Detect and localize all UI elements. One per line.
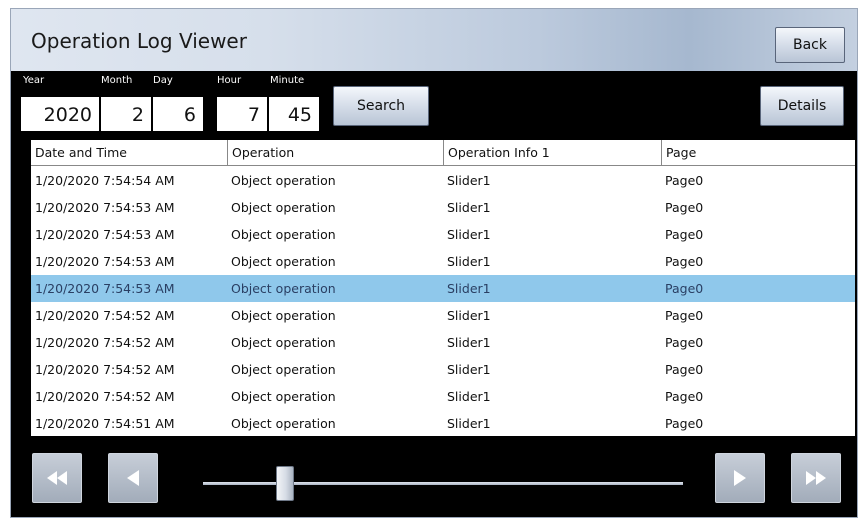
double-right-arrow-icon — [806, 471, 826, 485]
log-table: Date and Time Operation Operation Info 1… — [31, 140, 855, 436]
cell-operation-info-1: Slider1 — [447, 416, 491, 431]
table-row[interactable]: 1/20/2020 7:54:52 AM Object operation Slid… — [31, 302, 855, 329]
next-button[interactable] — [715, 453, 765, 503]
cell-operation: Object operation — [231, 200, 336, 215]
cell-operation-info-1: Slider1 — [447, 389, 491, 404]
table-header: Date and Time Operation Operation Info 1… — [31, 140, 855, 166]
column-header-operation[interactable]: Operation — [227, 140, 443, 166]
cell-page: Page0 — [665, 281, 704, 296]
cell-date-time: 1/20/2020 7:54:52 AM — [35, 308, 175, 323]
cell-date-time: 1/20/2020 7:54:52 AM — [35, 362, 175, 377]
cell-page: Page0 — [665, 200, 704, 215]
title-bar: Operation Log Viewer Back — [11, 9, 857, 71]
cell-operation: Object operation — [231, 335, 336, 350]
table-row[interactable]: 1/20/2020 7:54:54 AM Object operation Slid… — [31, 167, 855, 194]
cell-operation-info-1: Slider1 — [447, 254, 491, 269]
cell-operation-info-1: Slider1 — [447, 200, 491, 215]
cell-date-time: 1/20/2020 7:54:53 AM — [35, 200, 175, 215]
cell-operation-info-1: Slider1 — [447, 362, 491, 377]
cell-date-time: 1/20/2020 7:54:52 AM — [35, 335, 175, 350]
cell-operation-info-1: Slider1 — [447, 308, 491, 323]
window-title: Operation Log Viewer — [31, 29, 247, 53]
cell-page: Page0 — [665, 389, 704, 404]
hour-label: Hour — [217, 75, 242, 86]
back-button[interactable]: Back — [775, 27, 845, 63]
minute-label: Minute — [270, 75, 305, 86]
table-row[interactable]: 1/20/2020 7:54:52 AM Object operation Slid… — [31, 383, 855, 410]
column-header-date-time[interactable]: Date and Time — [31, 140, 227, 166]
day-label: Day — [153, 75, 173, 86]
day-field[interactable]: 6 — [153, 97, 203, 131]
cell-page: Page0 — [665, 227, 704, 242]
cell-page: Page0 — [665, 335, 704, 350]
column-header-page[interactable]: Page — [661, 140, 855, 166]
cell-date-time: 1/20/2020 7:54:51 AM — [35, 416, 175, 431]
cell-operation: Object operation — [231, 281, 336, 296]
cell-operation: Object operation — [231, 362, 336, 377]
month-field[interactable]: 2 — [101, 97, 151, 131]
log-viewer-window: Operation Log Viewer Back Year 2020 Mont… — [10, 8, 858, 518]
hour-field[interactable]: 7 — [217, 97, 267, 131]
cell-page: Page0 — [665, 173, 704, 188]
cell-operation: Object operation — [231, 254, 336, 269]
cell-operation-info-1: Slider1 — [447, 227, 491, 242]
double-left-arrow-icon — [47, 471, 67, 485]
search-button[interactable]: Search — [333, 86, 429, 126]
details-button[interactable]: Details — [760, 86, 844, 126]
cell-operation: Object operation — [231, 416, 336, 431]
year-field[interactable]: 2020 — [21, 97, 99, 131]
table-row[interactable]: 1/20/2020 7:54:53 AM Object operation Slid… — [31, 248, 855, 275]
cell-date-time: 1/20/2020 7:54:53 AM — [35, 227, 175, 242]
cell-operation: Object operation — [231, 308, 336, 323]
cell-operation: Object operation — [231, 227, 336, 242]
cell-page: Page0 — [665, 416, 704, 431]
previous-button[interactable] — [108, 453, 158, 503]
table-row[interactable]: 1/20/2020 7:54:53 AM Object operation Slid… — [31, 275, 855, 302]
cell-page: Page0 — [665, 308, 704, 323]
cell-date-time: 1/20/2020 7:54:54 AM — [35, 173, 175, 188]
table-row[interactable]: 1/20/2020 7:54:52 AM Object operation Slid… — [31, 356, 855, 383]
last-page-button[interactable] — [791, 453, 841, 503]
scroll-slider-thumb[interactable] — [275, 466, 294, 501]
cell-page: Page0 — [665, 362, 704, 377]
cell-operation: Object operation — [231, 389, 336, 404]
table-row[interactable]: 1/20/2020 7:54:52 AM Object operation Slid… — [31, 329, 855, 356]
right-arrow-icon — [734, 470, 746, 486]
column-header-operation-info-1[interactable]: Operation Info 1 — [443, 140, 661, 166]
cell-operation: Object operation — [231, 173, 336, 188]
cell-operation-info-1: Slider1 — [447, 335, 491, 350]
table-row[interactable]: 1/20/2020 7:54:51 AM Object operation Slid… — [31, 410, 855, 437]
cell-date-time: 1/20/2020 7:54:52 AM — [35, 389, 175, 404]
table-row[interactable]: 1/20/2020 7:54:53 AM Object operation Slid… — [31, 221, 855, 248]
left-arrow-icon — [127, 470, 139, 486]
minute-field[interactable]: 45 — [269, 97, 319, 131]
table-row[interactable]: 1/20/2020 7:54:53 AM Object operation Slid… — [31, 194, 855, 221]
first-page-button[interactable] — [32, 453, 82, 503]
cell-date-time: 1/20/2020 7:54:53 AM — [35, 281, 175, 296]
cell-operation-info-1: Slider1 — [447, 173, 491, 188]
year-label: Year — [23, 75, 45, 86]
cell-page: Page0 — [665, 254, 704, 269]
month-label: Month — [101, 75, 133, 86]
cell-operation-info-1: Slider1 — [447, 281, 491, 296]
cell-date-time: 1/20/2020 7:54:53 AM — [35, 254, 175, 269]
